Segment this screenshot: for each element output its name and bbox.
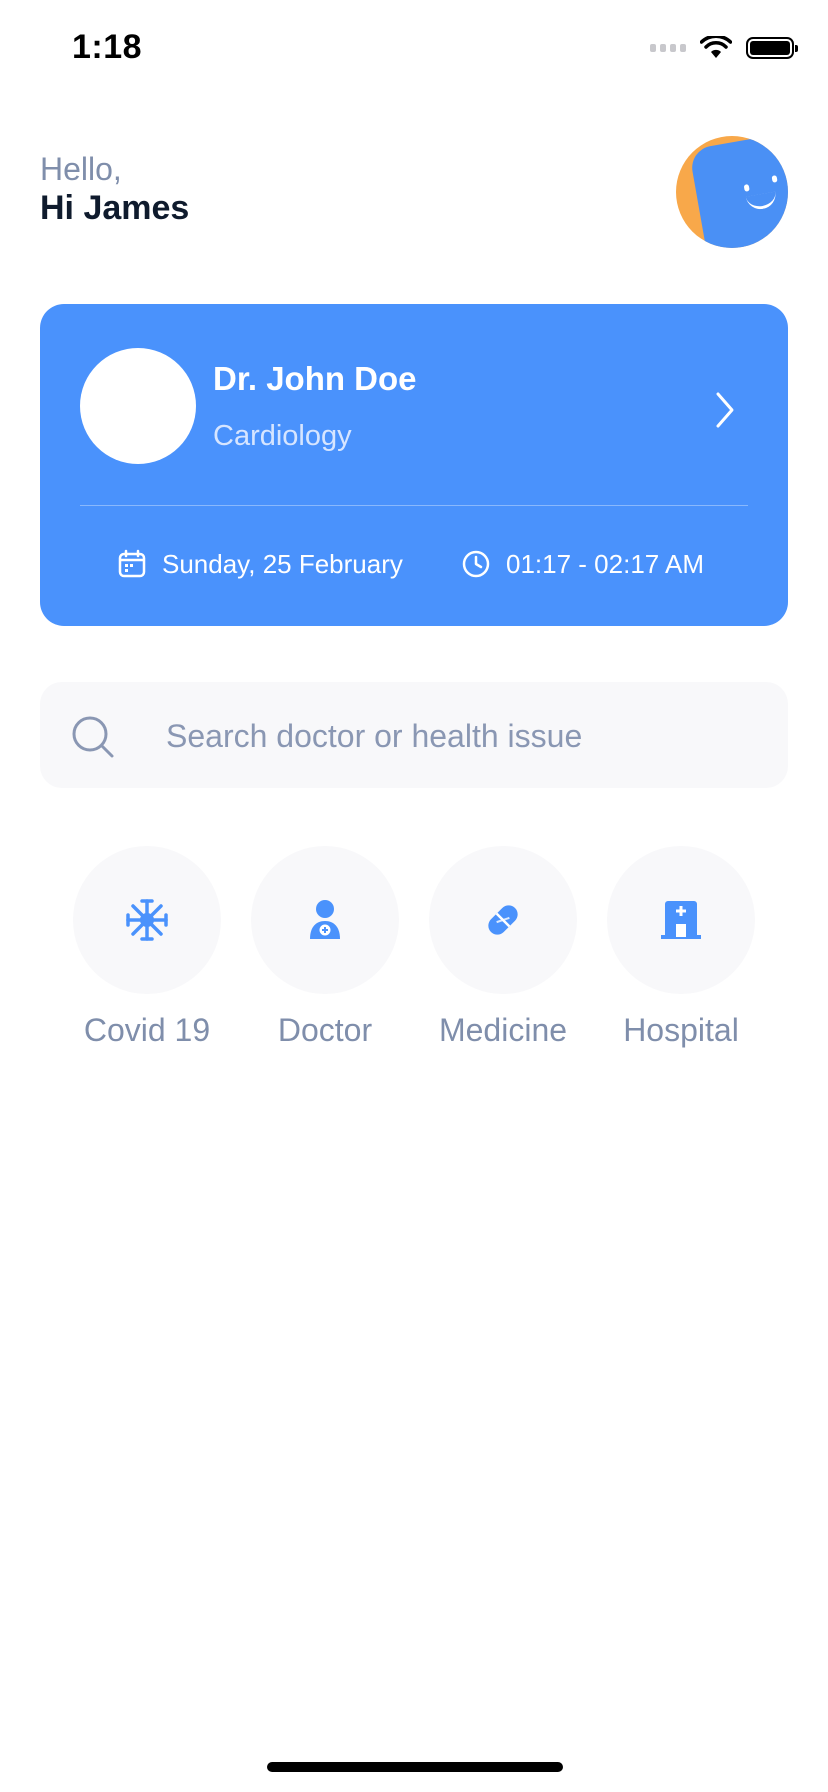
- category-hospital[interactable]: Hospital: [606, 846, 756, 1049]
- hospital-icon: [661, 901, 701, 939]
- category-doctor-tile[interactable]: [251, 846, 399, 994]
- appointment-time: 01:17 - 02:17 AM: [460, 548, 704, 580]
- greeting-hello: Hello,: [40, 151, 122, 187]
- search-bar[interactable]: [40, 682, 788, 788]
- greeting: Hello, Hi James: [40, 150, 189, 228]
- home-indicator[interactable]: [267, 1762, 563, 1772]
- doctor-specialty: Cardiology: [213, 420, 352, 452]
- doctor-name: Dr. John Doe: [213, 360, 417, 397]
- category-medicine[interactable]: Medicine: [428, 846, 578, 1049]
- category-doctor-label: Doctor: [277, 1012, 373, 1048]
- category-covid-label: Covid 19: [83, 1012, 211, 1048]
- cellular-signal-icon: [650, 44, 686, 52]
- category-doctor[interactable]: Doctor: [250, 846, 400, 1049]
- category-hospital-label: Hospital: [623, 1012, 739, 1048]
- category-hospital-tile[interactable]: [607, 846, 755, 994]
- appointment-date: Sunday, 25 February: [116, 548, 403, 580]
- doctor-photo: [80, 348, 196, 464]
- pill-icon: [488, 905, 518, 935]
- greeting-name: Hi James: [40, 189, 190, 227]
- status-icons: [650, 36, 798, 60]
- category-medicine-label: Medicine: [438, 1012, 568, 1048]
- status-bar: 1:18: [0, 0, 828, 100]
- category-medicine-tile[interactable]: [429, 846, 577, 994]
- wifi-icon: [700, 36, 732, 58]
- avatar-face-icon: [688, 136, 788, 248]
- battery-icon: [746, 37, 798, 59]
- chevron-right-icon[interactable]: [708, 390, 740, 430]
- category-covid[interactable]: Covid 19: [72, 846, 222, 1049]
- search-icon: [72, 716, 114, 758]
- appointment-time-text: 01:17 - 02:17 AM: [506, 548, 705, 579]
- category-list: Covid 19 Doctor Medicine Hospital: [72, 846, 756, 1049]
- clock-icon: [462, 550, 490, 578]
- appointment-date-text: Sunday, 25 February: [162, 548, 403, 579]
- category-covid-tile[interactable]: [73, 846, 221, 994]
- card-divider: [80, 505, 748, 506]
- doctor-icon: [310, 900, 340, 939]
- user-avatar[interactable]: [676, 136, 788, 248]
- status-time: 1:18: [72, 28, 143, 66]
- virus-icon: [126, 899, 168, 941]
- search-input[interactable]: [164, 706, 768, 766]
- calendar-icon: [118, 549, 146, 578]
- appointment-card[interactable]: Dr. John Doe Cardiology Sunday, 25 Febru…: [40, 304, 788, 626]
